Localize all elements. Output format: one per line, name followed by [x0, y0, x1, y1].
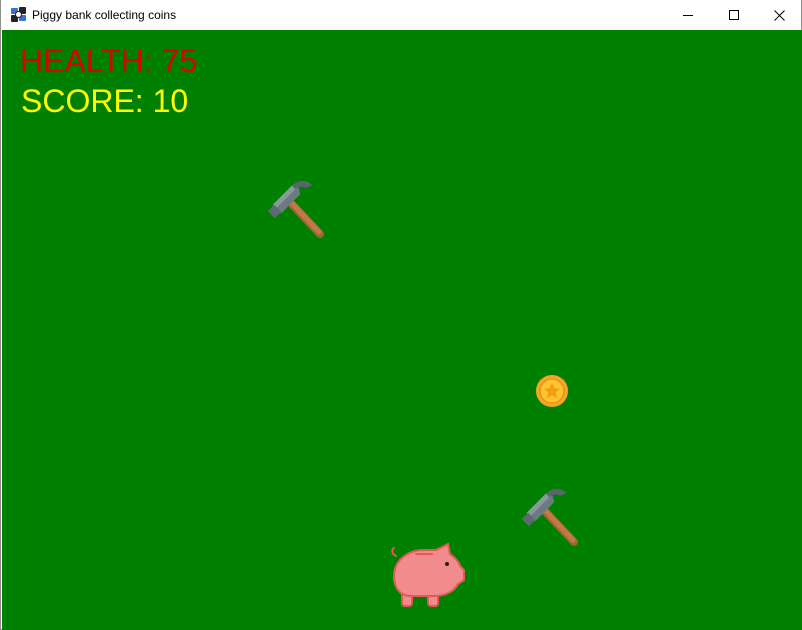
- score-label: SCORE: 10: [21, 83, 189, 119]
- game-canvas[interactable]: HEALTH: 75 SCORE: 10: [2, 30, 802, 630]
- window-title: Piggy bank collecting coins: [32, 8, 177, 22]
- game-window: Piggy bank collecting coins HEALTH: 75 S…: [0, 0, 802, 630]
- hammer-icon: [267, 180, 324, 238]
- title-bar[interactable]: Piggy bank collecting coins: [1, 0, 801, 30]
- minimize-button[interactable]: [665, 0, 711, 30]
- close-button[interactable]: [756, 0, 802, 30]
- health-label: HEALTH: 75: [20, 43, 198, 79]
- maximize-button[interactable]: [711, 0, 757, 30]
- app-icon: [11, 7, 26, 22]
- coin-icon: [536, 375, 568, 407]
- close-icon: [773, 9, 785, 21]
- minimize-icon: [682, 14, 693, 16]
- hammer-icon: [521, 488, 578, 546]
- maximize-icon: [728, 9, 739, 20]
- piggy-bank-icon: [391, 542, 465, 607]
